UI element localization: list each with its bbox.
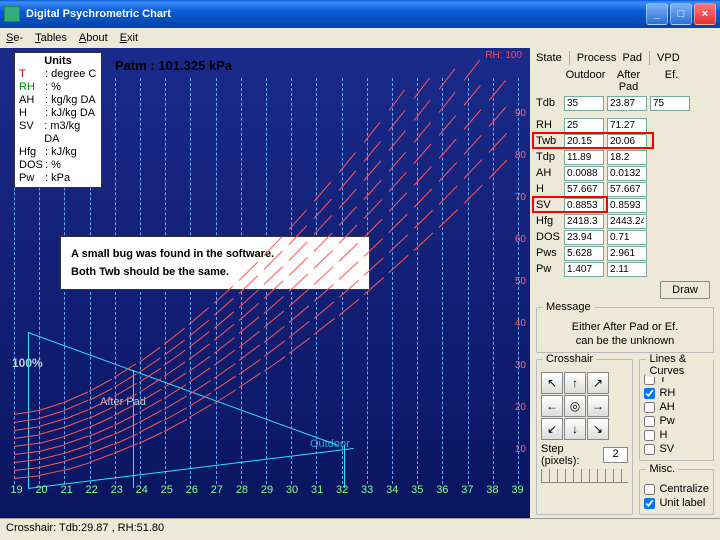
- data-row-tdb: Tdb: [536, 95, 714, 111]
- column-headers: Outdoor After Pad Ef.: [536, 69, 714, 93]
- menu-about[interactable]: About: [79, 32, 108, 44]
- twb-afterpad-input[interactable]: [607, 134, 647, 149]
- x-axis: 1920212223242526272829303132333435363738…: [0, 484, 530, 498]
- arrow-n-icon[interactable]: ↑: [564, 372, 586, 394]
- data-row-rh: RH: [536, 117, 714, 133]
- cyan-left-vertical: [28, 332, 29, 488]
- ah-afterpad-input[interactable]: [607, 166, 647, 181]
- crosshair-tools: ↖ ↑ ↗ ← ◎ → ↙ ↓ ↘: [541, 372, 613, 440]
- tab-vpd[interactable]: VPD: [657, 52, 680, 64]
- step-label: Step (pixels):: [541, 443, 600, 467]
- target-icon[interactable]: ◎: [564, 395, 586, 417]
- pw-outdoor-input[interactable]: [564, 262, 604, 277]
- crosshair-group: Crosshair ↖ ↑ ↗ ← ◎ → ↙ ↓ ↘ Step (pixels…: [536, 359, 633, 515]
- pws-afterpad-input[interactable]: [607, 246, 647, 261]
- menubar: Se- Tables About Exit: [0, 28, 720, 48]
- mode-tabs: State Process Pad VPD: [536, 51, 714, 65]
- twb-outdoor-input[interactable]: [564, 134, 604, 149]
- message-group: Message Either After Pad or Ef. can be t…: [536, 307, 714, 353]
- line-sv-checkbox[interactable]: SV: [644, 442, 709, 456]
- centralize-checkbox[interactable]: Centralize: [644, 482, 709, 496]
- dos-afterpad-input[interactable]: [607, 230, 647, 245]
- data-row-sv: SV: [536, 197, 714, 213]
- tab-process[interactable]: Process: [577, 52, 617, 64]
- window-title: Digital Psychrometric Chart: [26, 8, 644, 20]
- minimize-button[interactable]: _: [646, 3, 668, 25]
- menu-se[interactable]: Se-: [6, 32, 23, 44]
- unitlabel-checkbox[interactable]: Unit label: [644, 496, 709, 510]
- titlebar: Digital Psychrometric Chart _ □ ×: [0, 0, 720, 28]
- tdb-outdoor-input[interactable]: [564, 96, 604, 111]
- h-afterpad-input[interactable]: [607, 182, 647, 197]
- cyan-right-vertical: [344, 445, 345, 488]
- data-row-hfg: Hfg: [536, 213, 714, 229]
- tab-state[interactable]: State: [536, 52, 562, 64]
- chart-canvas[interactable]: /*placeholder*/ Units T: degree CRH: %AH…: [0, 48, 530, 518]
- tdb-afterpad-input[interactable]: [607, 96, 647, 111]
- patm-label: Patm : 101.325 kPa: [115, 58, 232, 73]
- pws-outdoor-input[interactable]: [564, 246, 604, 261]
- units-legend: Units T: degree CRH: %AH: kg/kg DAH: kJ/…: [14, 52, 102, 188]
- menu-exit[interactable]: Exit: [120, 32, 138, 44]
- status-bar: Crosshair: Tdb:29.87 , RH:51.80: [0, 518, 720, 536]
- data-row-dos: DOS: [536, 229, 714, 245]
- tdp-afterpad-input[interactable]: [607, 150, 647, 165]
- side-panel: State Process Pad VPD Outdoor After Pad …: [530, 48, 720, 518]
- crosshair-status: Crosshair: Tdb:29.87 , RH:51.80: [6, 522, 164, 534]
- arrow-e-icon[interactable]: →: [587, 395, 609, 417]
- arrow-s-icon[interactable]: ↓: [564, 418, 586, 440]
- data-row-tdp: Tdp: [536, 149, 714, 165]
- tab-pad[interactable]: Pad: [622, 52, 642, 64]
- data-row-pw: Pw: [536, 261, 714, 277]
- cyan-afterpad-vertical: [133, 370, 134, 488]
- ah-outdoor-input[interactable]: [564, 166, 604, 181]
- draw-button[interactable]: Draw: [660, 281, 710, 299]
- dos-outdoor-input[interactable]: [564, 230, 604, 245]
- arrow-w-icon[interactable]: ←: [541, 395, 563, 417]
- rh-outdoor-input[interactable]: [564, 118, 604, 133]
- data-row-twb: Twb: [536, 133, 714, 149]
- step-spinner[interactable]: 2: [603, 447, 629, 463]
- sv-afterpad-input[interactable]: [607, 198, 647, 213]
- arrow-ne-icon[interactable]: ↗: [587, 372, 609, 394]
- line-rh-checkbox[interactable]: RH: [644, 386, 709, 400]
- close-button[interactable]: ×: [694, 3, 716, 25]
- step-slider[interactable]: [541, 469, 628, 483]
- line-ah-checkbox[interactable]: AH: [644, 400, 709, 414]
- misc-group: Misc. Centralize Unit label: [639, 469, 714, 515]
- arrow-nw-icon[interactable]: ↖: [541, 372, 563, 394]
- line-h-checkbox[interactable]: H: [644, 428, 709, 442]
- app-icon: [4, 6, 20, 22]
- pw-afterpad-input[interactable]: [607, 262, 647, 277]
- lines-curves-group: Lines & Curves TRHAHPwHSV: [639, 359, 714, 461]
- line-pw-checkbox[interactable]: Pw: [644, 414, 709, 428]
- rh-afterpad-input[interactable]: [607, 118, 647, 133]
- data-row-ah: AH: [536, 165, 714, 181]
- maximize-button[interactable]: □: [670, 3, 692, 25]
- tdp-outdoor-input[interactable]: [564, 150, 604, 165]
- arrow-se-icon[interactable]: ↘: [587, 418, 609, 440]
- sv-outdoor-input[interactable]: [564, 198, 604, 213]
- arrow-sw-icon[interactable]: ↙: [541, 418, 563, 440]
- rh-100-label: RH: 100: [485, 50, 522, 61]
- h-outdoor-input[interactable]: [564, 182, 604, 197]
- hfg-outdoor-input[interactable]: [564, 214, 604, 229]
- data-row-pws: Pws: [536, 245, 714, 261]
- menu-tables[interactable]: Tables: [35, 32, 67, 44]
- hfg-afterpad-input[interactable]: [607, 214, 647, 229]
- bug-annotation: A small bug was found in the software. B…: [60, 236, 370, 290]
- tdb-ef-input[interactable]: [650, 96, 690, 111]
- data-row-h: H: [536, 181, 714, 197]
